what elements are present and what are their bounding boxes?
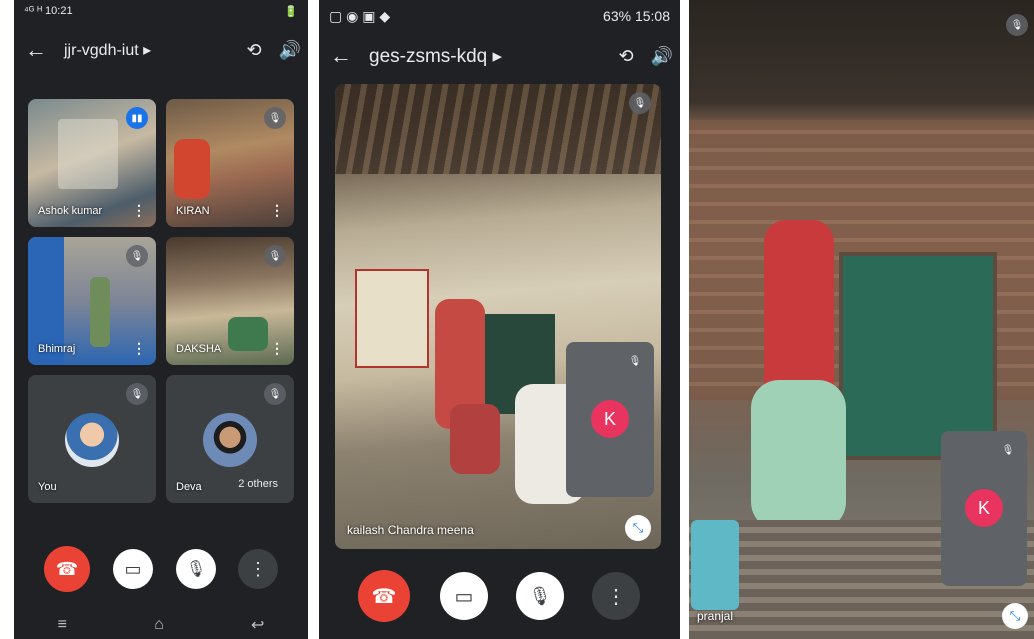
- mic-toggle-button[interactable]: 🎙: [176, 549, 216, 589]
- participant-name: Bhimraj: [38, 343, 76, 355]
- mic-toggle-button[interactable]: 🎙: [516, 572, 564, 620]
- participant-name: KIRAN: [176, 205, 210, 217]
- mic-off-icon: 🎙: [997, 439, 1019, 461]
- notification-icons: ▢ ◉ ▣ ◆: [329, 7, 391, 24]
- mic-off-icon: 🎙: [126, 383, 148, 405]
- battery-icon: 🔋: [284, 5, 298, 18]
- status-right: 63% 15:08: [603, 8, 670, 24]
- more-options-button[interactable]: ⋮: [238, 549, 278, 589]
- top-bar: ← jjr-vgdh-iut ▸ ⟲ 🔊: [14, 28, 308, 72]
- participant-tile[interactable]: 🎙 KIRAN ⋮: [166, 99, 294, 227]
- meeting-code[interactable]: jjr-vgdh-iut ▸: [58, 40, 236, 60]
- camera-switch-icon[interactable]: ⟲: [608, 46, 644, 67]
- self-view-tile[interactable]: 🎙 K: [566, 342, 654, 497]
- participant-tile[interactable]: 🎙 Deva 2 others: [166, 375, 294, 503]
- camera-switch-icon[interactable]: ⟲: [236, 40, 272, 61]
- android-nav-bar: ≡ ⌂ ↩: [14, 611, 308, 639]
- speaker-icon[interactable]: 🔊: [644, 46, 680, 67]
- more-options-icon[interactable]: ⋮: [132, 202, 146, 219]
- mic-off-icon: 🎙: [264, 107, 286, 129]
- end-call-button[interactable]: ☎: [358, 570, 410, 622]
- self-avatar: K: [591, 400, 629, 438]
- participant-tile-self[interactable]: 🎙 You: [28, 375, 156, 503]
- mic-off-icon: 🎙: [629, 92, 651, 114]
- more-vert-icon: ⋮: [249, 558, 267, 579]
- participant-tile[interactable]: 🎙 Bhimraj ⋮: [28, 237, 156, 365]
- nav-menu-icon[interactable]: ≡: [58, 616, 67, 634]
- participant-tile[interactable]: 🎙 DAKSHA ⋮: [166, 237, 294, 365]
- nav-home-icon[interactable]: ⌂: [154, 616, 164, 634]
- participant-name: Ashok kumar: [38, 205, 103, 217]
- minimize-icon[interactable]: ⤡: [1002, 603, 1028, 629]
- more-options-button[interactable]: ⋮: [592, 572, 640, 620]
- active-speaker-icon: ▮▮: [126, 107, 148, 129]
- more-options-icon[interactable]: ⋮: [270, 202, 284, 219]
- end-call-icon: ☎: [55, 558, 79, 579]
- status-bar: ▢ ◉ ▣ ◆ 63% 15:08: [319, 0, 680, 32]
- meet-screen-fullscreen: 🎙 pranjal 🎙 K ⤡: [689, 0, 1034, 639]
- status-bar: ⁴ᴳ ᴴ 10:21 🔋: [14, 0, 308, 22]
- mic-off-icon: 🎙: [528, 585, 552, 606]
- more-options-icon[interactable]: ⋮: [270, 340, 284, 357]
- meet-screen-speaker: ▢ ◉ ▣ ◆ 63% 15:08 ← ges-zsms-kdq ▸ ⟲ 🔊 🎙…: [319, 0, 680, 639]
- main-video[interactable]: 🎙 kailash Chandra meena 🎙 K ⤡: [335, 84, 661, 549]
- camera-off-icon: ▭: [124, 558, 142, 579]
- participant-name: You: [38, 481, 57, 493]
- back-arrow-icon[interactable]: ←: [319, 43, 363, 69]
- mic-off-icon: 🎙: [126, 245, 148, 267]
- minimize-icon[interactable]: ⤡: [625, 515, 651, 541]
- camera-toggle-button[interactable]: ▭: [113, 549, 153, 589]
- back-arrow-icon[interactable]: ←: [14, 37, 58, 63]
- self-view-tile[interactable]: 🎙 K: [941, 431, 1027, 586]
- end-call-button[interactable]: ☎: [44, 546, 90, 592]
- active-speaker-name: kailash Chandra meena: [347, 523, 474, 537]
- mic-off-icon: 🎙: [264, 383, 286, 405]
- top-bar: ← ges-zsms-kdq ▸ ⟲ 🔊: [319, 34, 680, 78]
- avatar: [203, 413, 257, 467]
- nav-back-icon[interactable]: ↩: [251, 615, 264, 635]
- mic-off-icon: 🎙: [264, 245, 286, 267]
- speaker-icon[interactable]: 🔊: [272, 40, 308, 61]
- others-count-badge[interactable]: 2 others: [230, 473, 286, 495]
- participant-tile[interactable]: ▮▮ Ashok kumar ⋮: [28, 99, 156, 227]
- camera-toggle-button[interactable]: ▭: [440, 572, 488, 620]
- meet-screen-grid: ⁴ᴳ ᴴ 10:21 🔋 ← jjr-vgdh-iut ▸ ⟲ 🔊 ▮▮ Ash…: [14, 0, 308, 639]
- status-left: ⁴ᴳ ᴴ 10:21: [24, 5, 73, 17]
- mic-off-icon: 🎙: [185, 561, 207, 578]
- mic-off-icon: 🎙: [1006, 14, 1028, 36]
- participant-name: Deva: [176, 481, 202, 493]
- camera-off-icon: ▭: [454, 585, 474, 608]
- active-speaker-name: pranjal: [697, 609, 734, 623]
- more-options-icon[interactable]: ⋮: [132, 340, 146, 357]
- participant-name: DAKSHA: [176, 343, 222, 355]
- avatar: [65, 413, 119, 467]
- self-avatar: K: [965, 489, 1003, 527]
- meeting-code[interactable]: ges-zsms-kdq ▸: [363, 45, 608, 68]
- mic-off-icon: 🎙: [624, 350, 646, 372]
- main-video[interactable]: 🎙 pranjal 🎙 K ⤡: [689, 0, 1034, 639]
- end-call-icon: ☎: [371, 585, 397, 608]
- more-vert-icon: ⋮: [606, 585, 626, 608]
